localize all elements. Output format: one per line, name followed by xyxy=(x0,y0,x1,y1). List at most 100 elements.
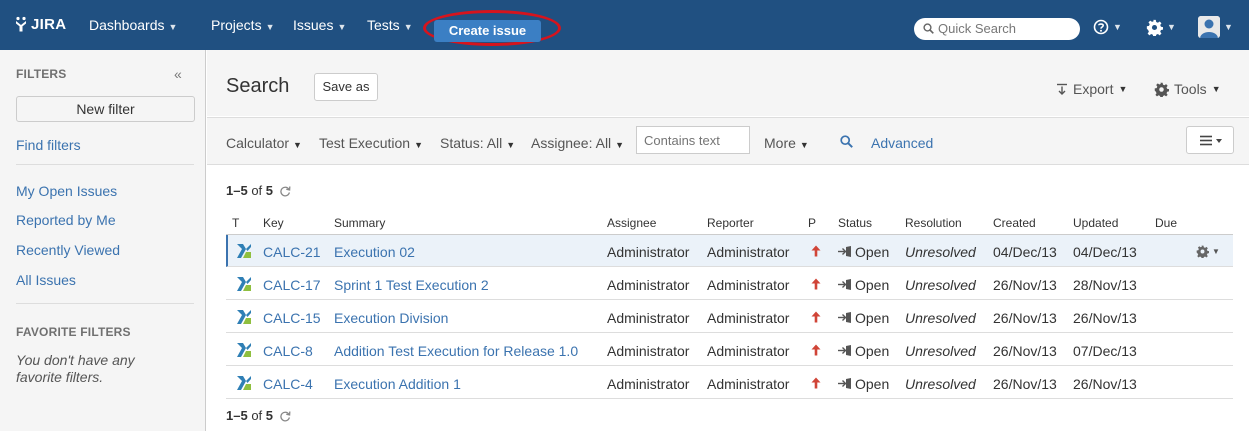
status-filter-label: Status: All xyxy=(440,135,503,151)
help-icon xyxy=(1093,19,1109,35)
status-cell: Open xyxy=(855,343,890,359)
nav-projects-label: Projects xyxy=(211,17,262,33)
issue-key-link[interactable]: CALC-15 xyxy=(263,310,321,326)
column-header-summary[interactable]: Summary xyxy=(334,216,385,230)
assignee-filter[interactable]: Assignee: All ▼ xyxy=(531,135,624,151)
create-issue-button[interactable]: Create issue xyxy=(434,20,541,42)
results-count-bottom: 1–5 of 5 xyxy=(226,408,291,423)
reporter-cell[interactable]: Administrator xyxy=(707,244,789,260)
chevron-down-icon: ▼ xyxy=(1211,84,1221,94)
status-cell: Open xyxy=(855,376,890,392)
page-title: Search xyxy=(226,75,290,97)
refresh-icon[interactable] xyxy=(279,410,291,422)
export-menu[interactable]: Export ▼ xyxy=(1056,81,1127,97)
sidebar-item-reported-by-me[interactable]: Reported by Me xyxy=(16,212,116,228)
chevron-down-icon: ▼ xyxy=(403,22,413,32)
reporter-cell[interactable]: Administrator xyxy=(707,277,789,293)
collapse-sidebar-icon[interactable]: « xyxy=(174,66,182,82)
layout-switcher-button[interactable] xyxy=(1186,126,1234,154)
chevron-down-icon: ▼ xyxy=(506,140,516,150)
reporter-cell[interactable]: Administrator xyxy=(707,310,789,326)
column-header-key[interactable]: Key xyxy=(263,216,284,230)
sidebar-divider xyxy=(16,303,194,304)
chevron-down-icon: ▼ xyxy=(337,22,347,32)
nav-projects-menu[interactable]: Projects ▼ xyxy=(211,17,275,33)
reporter-cell[interactable]: Administrator xyxy=(707,343,789,359)
priority-major-icon xyxy=(811,377,821,389)
results-count-top: 1–5 of 5 xyxy=(226,183,291,198)
column-header-created[interactable]: Created xyxy=(993,216,1036,230)
column-header-resolution[interactable]: Resolution xyxy=(905,216,962,230)
assignee-cell[interactable]: Administrator xyxy=(607,376,689,392)
test-execution-icon xyxy=(237,343,251,357)
sidebar-item-all-issues[interactable]: All Issues xyxy=(16,272,76,288)
sidebar-item-my-open-issues[interactable]: My Open Issues xyxy=(16,183,117,199)
column-header-reporter[interactable]: Reporter xyxy=(707,216,754,230)
assignee-cell[interactable]: Administrator xyxy=(607,244,689,260)
priority-major-icon xyxy=(811,278,821,290)
issue-key-link[interactable]: CALC-8 xyxy=(263,343,313,359)
nav-tests-menu[interactable]: Tests ▼ xyxy=(367,17,413,33)
reporter-cell[interactable]: Administrator xyxy=(707,376,789,392)
created-cell: 04/Dec/13 xyxy=(993,244,1057,260)
admin-settings-menu[interactable]: ▼ xyxy=(1146,14,1176,40)
jira-logo[interactable]: JIRA xyxy=(14,14,66,34)
find-filters-link[interactable]: Find filters xyxy=(16,137,81,153)
updated-cell: 26/Nov/13 xyxy=(1073,310,1137,326)
issue-summary-link[interactable]: Execution 02 xyxy=(334,244,415,260)
table-row[interactable]: CALC-4 Execution Addition 1 Administrator A… xyxy=(226,367,1233,399)
issue-summary-link[interactable]: Addition Test Execution for Release 1.0 xyxy=(334,343,578,359)
table-row[interactable]: CALC-8 Addition Test Execution for Releas… xyxy=(226,334,1233,366)
new-filter-button[interactable]: New filter xyxy=(16,96,195,122)
table-row[interactable]: CALC-15 Execution Division Administrator Ad… xyxy=(226,301,1233,333)
column-header-type[interactable]: T xyxy=(232,216,239,230)
column-header-due[interactable]: Due xyxy=(1155,216,1177,230)
nav-issues-menu[interactable]: Issues ▼ xyxy=(293,17,346,33)
assignee-cell[interactable]: Administrator xyxy=(607,277,689,293)
column-header-assignee[interactable]: Assignee xyxy=(607,216,656,230)
issue-summary-link[interactable]: Sprint 1 Test Execution 2 xyxy=(334,277,489,293)
issue-key-link[interactable]: CALC-4 xyxy=(263,376,313,392)
chevron-down-icon: ▼ xyxy=(1167,22,1176,32)
updated-cell: 07/Dec/13 xyxy=(1073,343,1137,359)
nav-issues-label: Issues xyxy=(293,17,334,33)
export-label: Export xyxy=(1073,81,1114,97)
help-menu[interactable]: ▼ xyxy=(1093,14,1122,40)
nav-dashboards-menu[interactable]: Dashboards ▼ xyxy=(89,17,177,33)
refresh-icon[interactable] xyxy=(279,185,291,197)
contains-text-input[interactable] xyxy=(636,126,750,154)
search-page-header: Search Save as Export ▼ Tools ▼ xyxy=(207,50,1249,116)
column-header-priority[interactable]: P xyxy=(808,216,816,230)
sidebar-item-recently-viewed[interactable]: Recently Viewed xyxy=(16,242,120,258)
chevron-down-icon: ▼ xyxy=(1212,246,1220,256)
row-actions-menu[interactable]: ▼ xyxy=(1196,244,1222,258)
tools-label: Tools xyxy=(1174,81,1207,97)
issue-summary-link[interactable]: Execution Addition 1 xyxy=(334,376,461,392)
test-execution-icon xyxy=(237,244,251,258)
project-filter[interactable]: Calculator ▼ xyxy=(226,135,302,151)
assignee-cell[interactable]: Administrator xyxy=(607,343,689,359)
chevron-down-icon: ▼ xyxy=(293,140,302,150)
issue-key-link[interactable]: CALC-21 xyxy=(263,244,321,260)
issue-key-link[interactable]: CALC-17 xyxy=(263,277,321,293)
more-criteria-menu[interactable]: More ▼ xyxy=(764,135,809,151)
advanced-search-link[interactable]: Advanced xyxy=(871,135,933,151)
table-row[interactable]: CALC-21 Execution 02 Administrator Administ… xyxy=(226,235,1233,267)
column-header-status[interactable]: Status xyxy=(838,216,872,230)
status-cell: Open xyxy=(855,244,890,260)
save-as-button[interactable]: Save as xyxy=(314,73,378,101)
issue-type-filter[interactable]: Test Execution ▼ xyxy=(319,135,423,151)
issue-summary-link[interactable]: Execution Division xyxy=(334,310,448,326)
table-row[interactable]: CALC-17 Sprint 1 Test Execution 2 Administ… xyxy=(226,268,1233,300)
tools-menu[interactable]: Tools ▼ xyxy=(1154,81,1221,97)
quick-search-input[interactable]: Quick Search xyxy=(914,18,1080,40)
search-icon[interactable] xyxy=(840,135,853,148)
chevron-down-icon: ▼ xyxy=(414,140,423,150)
status-filter[interactable]: Status: All ▼ xyxy=(440,135,515,151)
top-navigation-bar: JIRA Dashboards ▼ Projects ▼ Issues ▼ Tests… xyxy=(0,0,1249,50)
search-icon xyxy=(923,23,934,34)
column-header-updated[interactable]: Updated xyxy=(1073,216,1118,230)
user-profile-menu[interactable]: ▼ xyxy=(1198,14,1233,40)
quick-search-placeholder: Quick Search xyxy=(938,21,1017,36)
assignee-cell[interactable]: Administrator xyxy=(607,310,689,326)
